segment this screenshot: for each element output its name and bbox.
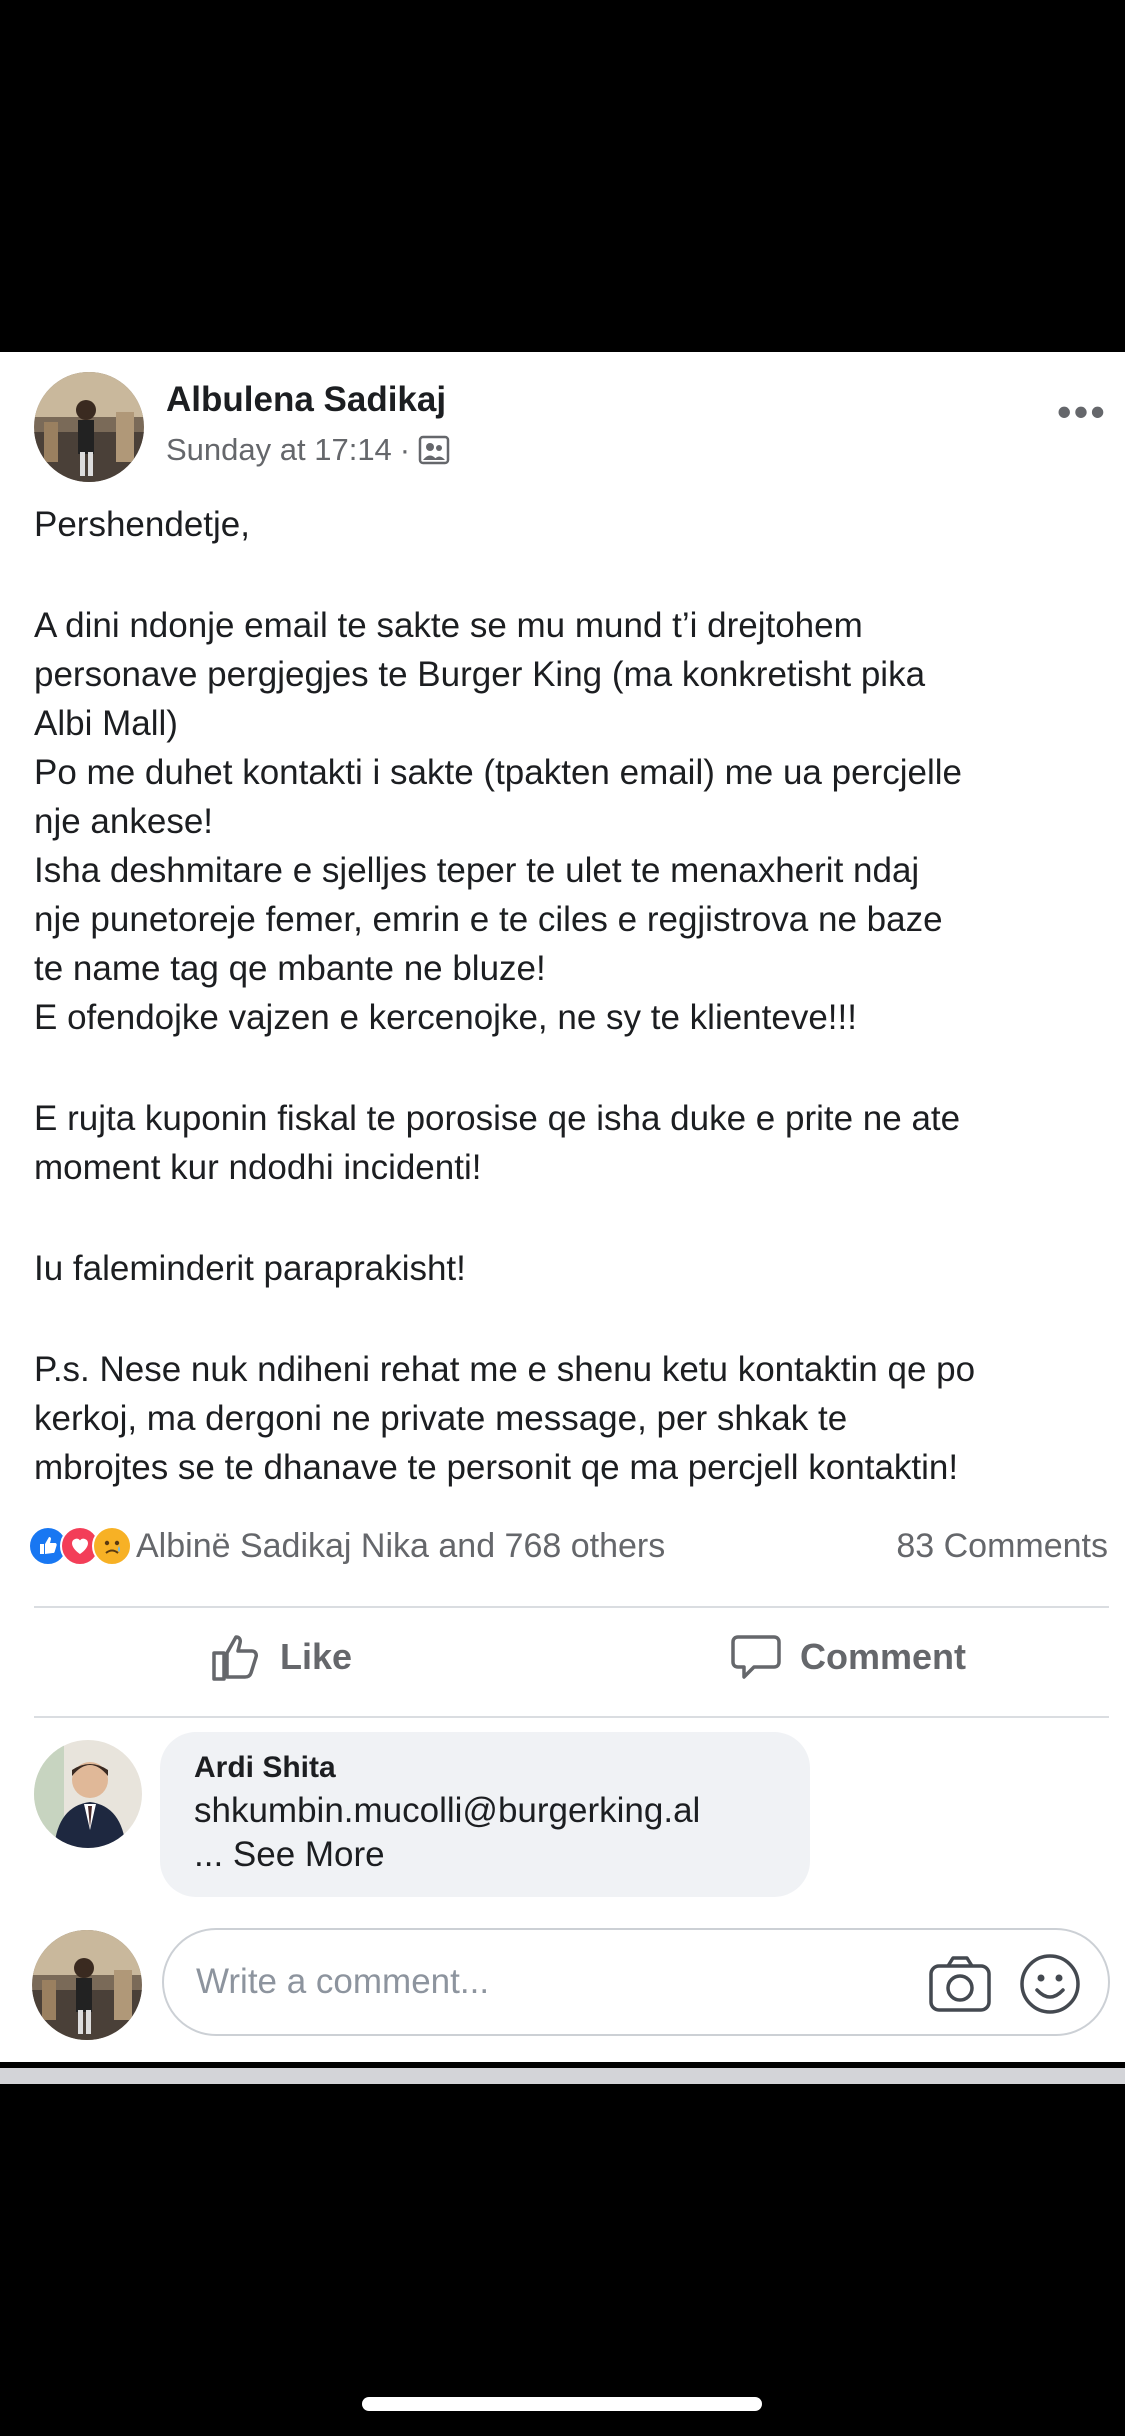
body-line: Isha deshmitare e sjelljes teper te ulet… — [34, 851, 920, 890]
body-line: Albi Mall) — [34, 704, 178, 743]
post-header: Albulena Sadikaj Sunday at 17:14 · ••• — [0, 352, 1125, 482]
comment-icon — [731, 1635, 781, 1679]
body-line: kerkoj, ma dergoni ne private message, p… — [34, 1399, 848, 1438]
body-spacer — [34, 549, 1104, 601]
comment-input[interactable]: Write a comment... — [162, 1928, 1110, 2036]
reaction-icons — [28, 1526, 132, 1566]
body-spacer — [34, 1192, 1104, 1244]
thumbs-up-icon — [212, 1635, 258, 1681]
friends-icon[interactable] — [418, 434, 450, 466]
comment-button[interactable]: Comment — [730, 1622, 966, 1692]
like-label: Like — [280, 1636, 353, 1677]
card-bottom-bar — [0, 2068, 1125, 2084]
body-line: A dini ndonje email te sakte se mu mund … — [34, 606, 863, 645]
meta-separator: · — [399, 432, 411, 467]
sad-icon — [92, 1526, 132, 1566]
emoji-icon[interactable] — [1018, 1952, 1082, 2016]
comment-item: Ardi Shita shkumbin.mucolli@burgerking.a… — [0, 1732, 1125, 1907]
comment-bubble[interactable]: Ardi Shita shkumbin.mucolli@burgerking.a… — [160, 1732, 810, 1897]
reactions-summary[interactable]: Albinë Sadikaj Nika and 768 others 83 Co… — [28, 1518, 1108, 1574]
body-line: E rujta kuponin fiskal te porosise qe is… — [34, 1099, 961, 1138]
body-line: nje ankese! — [34, 802, 214, 841]
reactors-text[interactable]: Albinë Sadikaj Nika and 768 others — [136, 1527, 665, 1566]
see-more-link[interactable]: ... See More — [194, 1834, 776, 1876]
my-avatar — [32, 1930, 142, 2040]
body-line: nje punetoreje femer, emrin e te ciles e… — [34, 900, 943, 939]
body-spacer — [34, 1042, 1104, 1094]
author-name[interactable]: Albulena Sadikaj — [166, 380, 446, 420]
comments-count[interactable]: 83 Comments — [896, 1527, 1108, 1566]
body-line: personave pergjegjes te Burger King (ma … — [34, 655, 926, 694]
comment-composer: Write a comment... — [0, 1922, 1125, 2052]
post-card: Albulena Sadikaj Sunday at 17:14 · ••• P… — [0, 352, 1125, 2062]
post-timestamp[interactable]: Sunday at 17:14 — [166, 432, 392, 468]
body-line: mbrojtes se te dhanave te personit qe ma… — [34, 1448, 959, 1487]
post-meta: Sunday at 17:14 · — [166, 432, 450, 468]
comment-label: Comment — [800, 1636, 967, 1677]
body-line: Pershendetje, — [34, 505, 250, 544]
more-options-icon[interactable]: ••• — [1057, 388, 1107, 436]
camera-icon[interactable] — [928, 1954, 992, 2014]
author-avatar[interactable] — [34, 372, 144, 482]
body-line: Po me duhet kontakti i sakte (tpakten em… — [34, 753, 962, 792]
commenter-name[interactable]: Ardi Shita — [194, 1748, 776, 1788]
body-line: Iu faleminderit paraprakisht! — [34, 1249, 466, 1288]
post-body: Pershendetje, A dini ndonje email te sakt… — [34, 500, 1104, 1492]
comment-placeholder: Write a comment... — [196, 1962, 490, 2001]
body-line: E ofendojke vajzen e kercenojke, ne sy t… — [34, 998, 857, 1037]
commenter-avatar[interactable] — [34, 1740, 142, 1848]
comment-text: shkumbin.mucolli@burgerking.al — [194, 1791, 701, 1830]
divider — [34, 1716, 1109, 1718]
divider — [34, 1606, 1109, 1608]
home-indicator[interactable] — [362, 2397, 762, 2411]
body-line: moment kur ndodhi incidenti! — [34, 1148, 482, 1187]
body-line: te name tag qe mbante ne bluze! — [34, 949, 546, 988]
body-line: P.s. Nese nuk ndiheni rehat me e shenu k… — [34, 1350, 976, 1389]
body-spacer — [34, 1293, 1104, 1345]
like-button[interactable]: Like — [210, 1622, 352, 1692]
